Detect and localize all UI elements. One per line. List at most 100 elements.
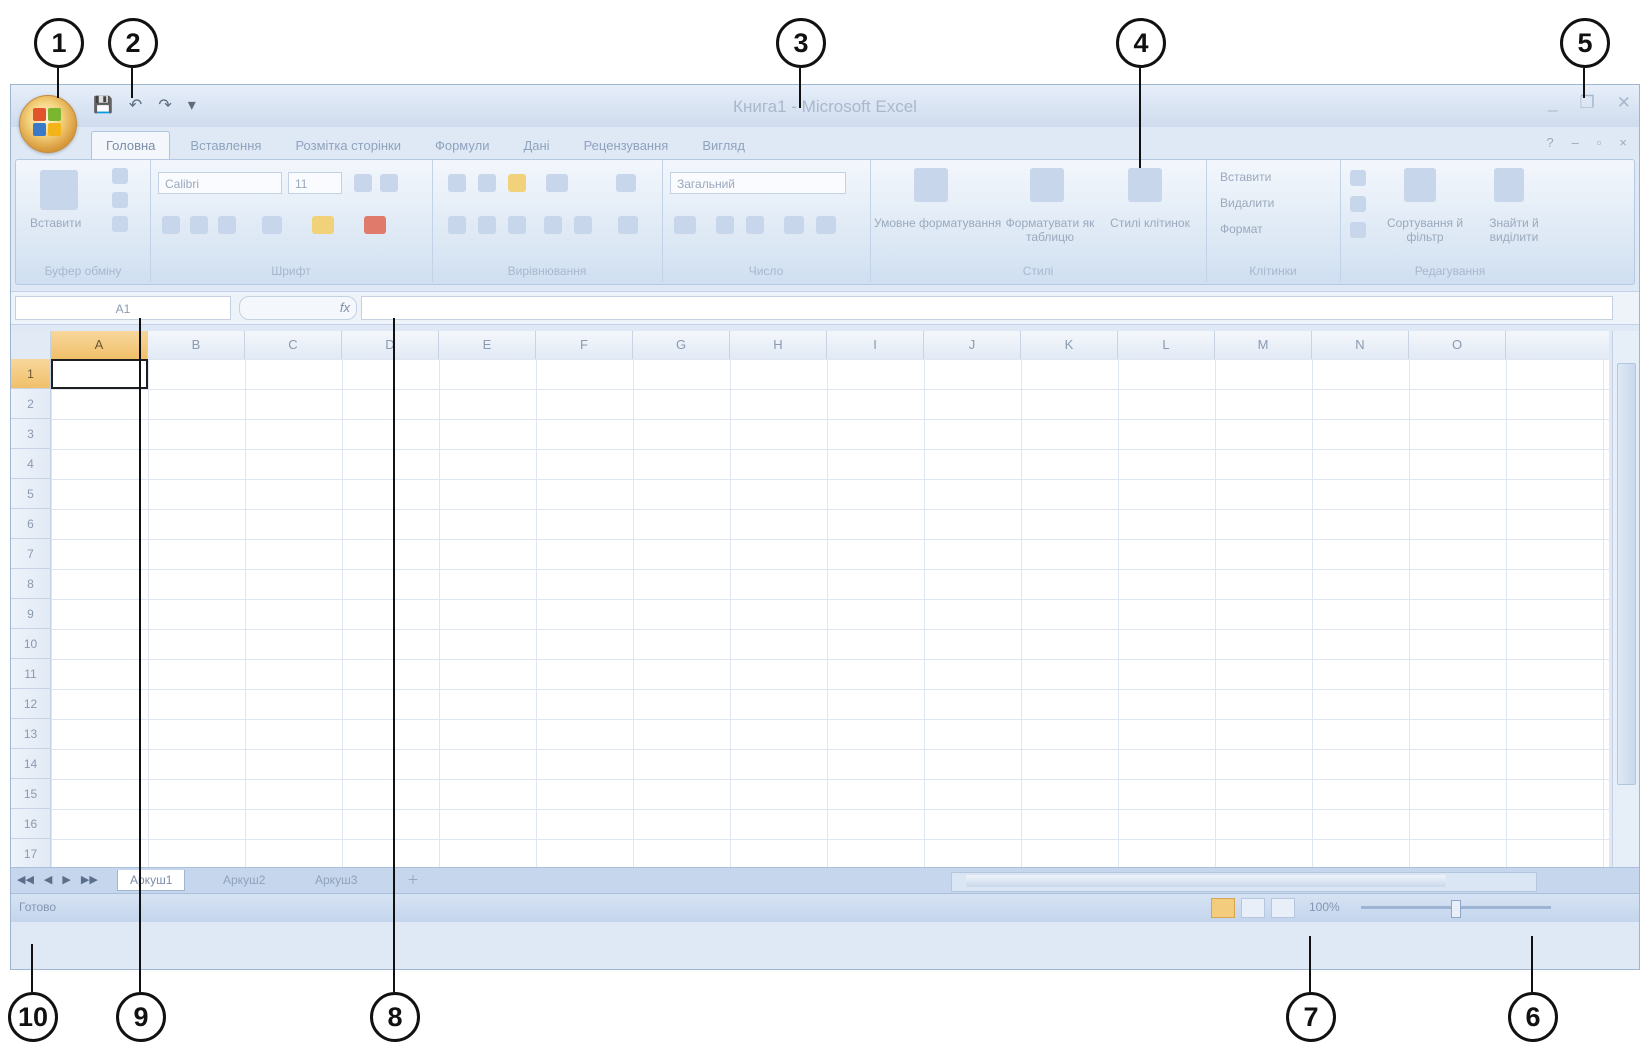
column-header[interactable]: J xyxy=(924,331,1021,359)
workbook-minimize-icon[interactable]: – xyxy=(1572,135,1579,150)
merge-center-icon[interactable] xyxy=(618,216,638,234)
align-center-icon[interactable] xyxy=(478,216,496,234)
row-header[interactable]: 7 xyxy=(11,539,51,569)
increase-indent-icon[interactable] xyxy=(574,216,592,234)
column-header[interactable]: M xyxy=(1215,331,1312,359)
paste-button[interactable]: Вставити xyxy=(30,216,81,230)
minimize-button[interactable]: _ xyxy=(1548,93,1557,113)
next-sheet-icon[interactable]: ▶ xyxy=(62,873,70,886)
select-all-button[interactable] xyxy=(11,331,51,359)
borders-icon[interactable] xyxy=(262,216,282,234)
cut-icon[interactable] xyxy=(112,168,128,184)
format-as-table-button[interactable]: Форматувати як таблицю xyxy=(1000,216,1100,244)
row-header[interactable]: 14 xyxy=(11,749,51,779)
row-header[interactable]: 3 xyxy=(11,419,51,449)
insert-cells-button[interactable]: Вставити xyxy=(1220,170,1271,184)
underline-icon[interactable] xyxy=(218,216,236,234)
column-header[interactable]: G xyxy=(633,331,730,359)
orientation-icon[interactable] xyxy=(546,174,568,192)
column-header[interactable]: B xyxy=(148,331,245,359)
format-cells-button[interactable]: Формат xyxy=(1220,222,1263,236)
find-select-icon[interactable] xyxy=(1494,168,1524,202)
tab-review[interactable]: Рецензування xyxy=(570,132,683,159)
sort-filter-button[interactable]: Сортування й фільтр xyxy=(1380,216,1470,244)
active-cell[interactable] xyxy=(51,359,148,389)
fx-icon[interactable]: fx xyxy=(340,300,350,315)
column-header[interactable]: E xyxy=(439,331,536,359)
increase-decimal-icon[interactable] xyxy=(784,216,804,234)
row-header[interactable]: 16 xyxy=(11,809,51,839)
column-header[interactable]: A xyxy=(51,331,148,359)
tab-page-layout[interactable]: Розмітка сторінки xyxy=(281,132,415,159)
conditional-formatting-button[interactable]: Умовне форматування xyxy=(874,216,1001,230)
column-header[interactable]: D xyxy=(342,331,439,359)
row-header[interactable]: 6 xyxy=(11,509,51,539)
copy-icon[interactable] xyxy=(112,192,128,208)
zoom-slider-knob[interactable] xyxy=(1451,900,1461,918)
sheet-tab-3[interactable]: Аркуш3 xyxy=(303,870,369,890)
vertical-scrollbar[interactable] xyxy=(1612,331,1639,867)
comma-style-icon[interactable] xyxy=(746,216,764,234)
tab-formulas[interactable]: Формули xyxy=(421,132,504,159)
decrease-decimal-icon[interactable] xyxy=(816,216,836,234)
autosum-icon[interactable] xyxy=(1350,170,1366,186)
page-break-view-icon[interactable] xyxy=(1271,898,1295,918)
italic-icon[interactable] xyxy=(190,216,208,234)
align-left-icon[interactable] xyxy=(448,216,466,234)
fill-icon[interactable] xyxy=(1350,196,1366,212)
column-header[interactable]: F xyxy=(536,331,633,359)
zoom-level[interactable]: 100% xyxy=(1309,900,1340,914)
grow-font-icon[interactable] xyxy=(354,174,372,192)
sheet-tab-2[interactable]: Аркуш2 xyxy=(211,870,277,890)
column-header[interactable]: N xyxy=(1312,331,1409,359)
cell-area[interactable] xyxy=(51,359,1609,867)
cell-styles-icon[interactable] xyxy=(1128,168,1162,202)
font-size-combo[interactable]: 11 xyxy=(288,172,342,194)
currency-icon[interactable] xyxy=(674,216,696,234)
clear-icon[interactable] xyxy=(1350,222,1366,238)
workbook-restore-icon[interactable]: ▫ xyxy=(1597,135,1602,150)
tab-view[interactable]: Вигляд xyxy=(688,132,759,159)
format-as-table-icon[interactable] xyxy=(1030,168,1064,202)
horizontal-scrollbar[interactable] xyxy=(951,872,1537,892)
align-right-icon[interactable] xyxy=(508,216,526,234)
first-sheet-icon[interactable]: ◀◀ xyxy=(17,873,34,886)
wrap-text-icon[interactable] xyxy=(616,174,636,192)
insert-function-area[interactable]: fx xyxy=(239,296,357,320)
help-icon[interactable]: ? xyxy=(1546,135,1553,150)
column-header[interactable]: C xyxy=(245,331,342,359)
office-button[interactable] xyxy=(19,95,77,153)
row-header[interactable]: 15 xyxy=(11,779,51,809)
percent-icon[interactable] xyxy=(716,216,734,234)
tab-home[interactable]: Головна xyxy=(91,131,171,159)
row-header[interactable]: 9 xyxy=(11,599,51,629)
row-header[interactable]: 8 xyxy=(11,569,51,599)
align-middle-icon[interactable] xyxy=(478,174,496,192)
delete-cells-button[interactable]: Видалити xyxy=(1220,196,1274,210)
sheet-tab-1[interactable]: Аркуш1 xyxy=(117,870,186,891)
font-color-icon[interactable] xyxy=(364,216,386,234)
horizontal-scroll-thumb[interactable] xyxy=(966,875,1446,887)
font-name-combo[interactable]: Calibri xyxy=(158,172,282,194)
tab-insert[interactable]: Вставлення xyxy=(176,132,275,159)
row-header[interactable]: 1 xyxy=(11,359,51,389)
page-layout-view-icon[interactable] xyxy=(1241,898,1265,918)
column-header[interactable]: O xyxy=(1409,331,1506,359)
sort-filter-icon[interactable] xyxy=(1404,168,1436,202)
formula-input[interactable] xyxy=(361,296,1613,320)
column-header[interactable]: K xyxy=(1021,331,1118,359)
find-select-button[interactable]: Знайти й виділити xyxy=(1474,216,1554,244)
last-sheet-icon[interactable]: ▶▶ xyxy=(81,873,98,886)
format-painter-icon[interactable] xyxy=(112,216,128,232)
prev-sheet-icon[interactable]: ◀ xyxy=(44,873,52,886)
name-box[interactable]: A1 xyxy=(15,296,231,320)
row-header[interactable]: 10 xyxy=(11,629,51,659)
align-top-icon[interactable] xyxy=(448,174,466,192)
row-header[interactable]: 17 xyxy=(11,839,51,867)
align-bottom-icon[interactable] xyxy=(508,174,526,192)
tab-data[interactable]: Дані xyxy=(509,132,563,159)
row-header[interactable]: 11 xyxy=(11,659,51,689)
column-header[interactable]: I xyxy=(827,331,924,359)
conditional-formatting-icon[interactable] xyxy=(914,168,948,202)
row-header[interactable]: 2 xyxy=(11,389,51,419)
